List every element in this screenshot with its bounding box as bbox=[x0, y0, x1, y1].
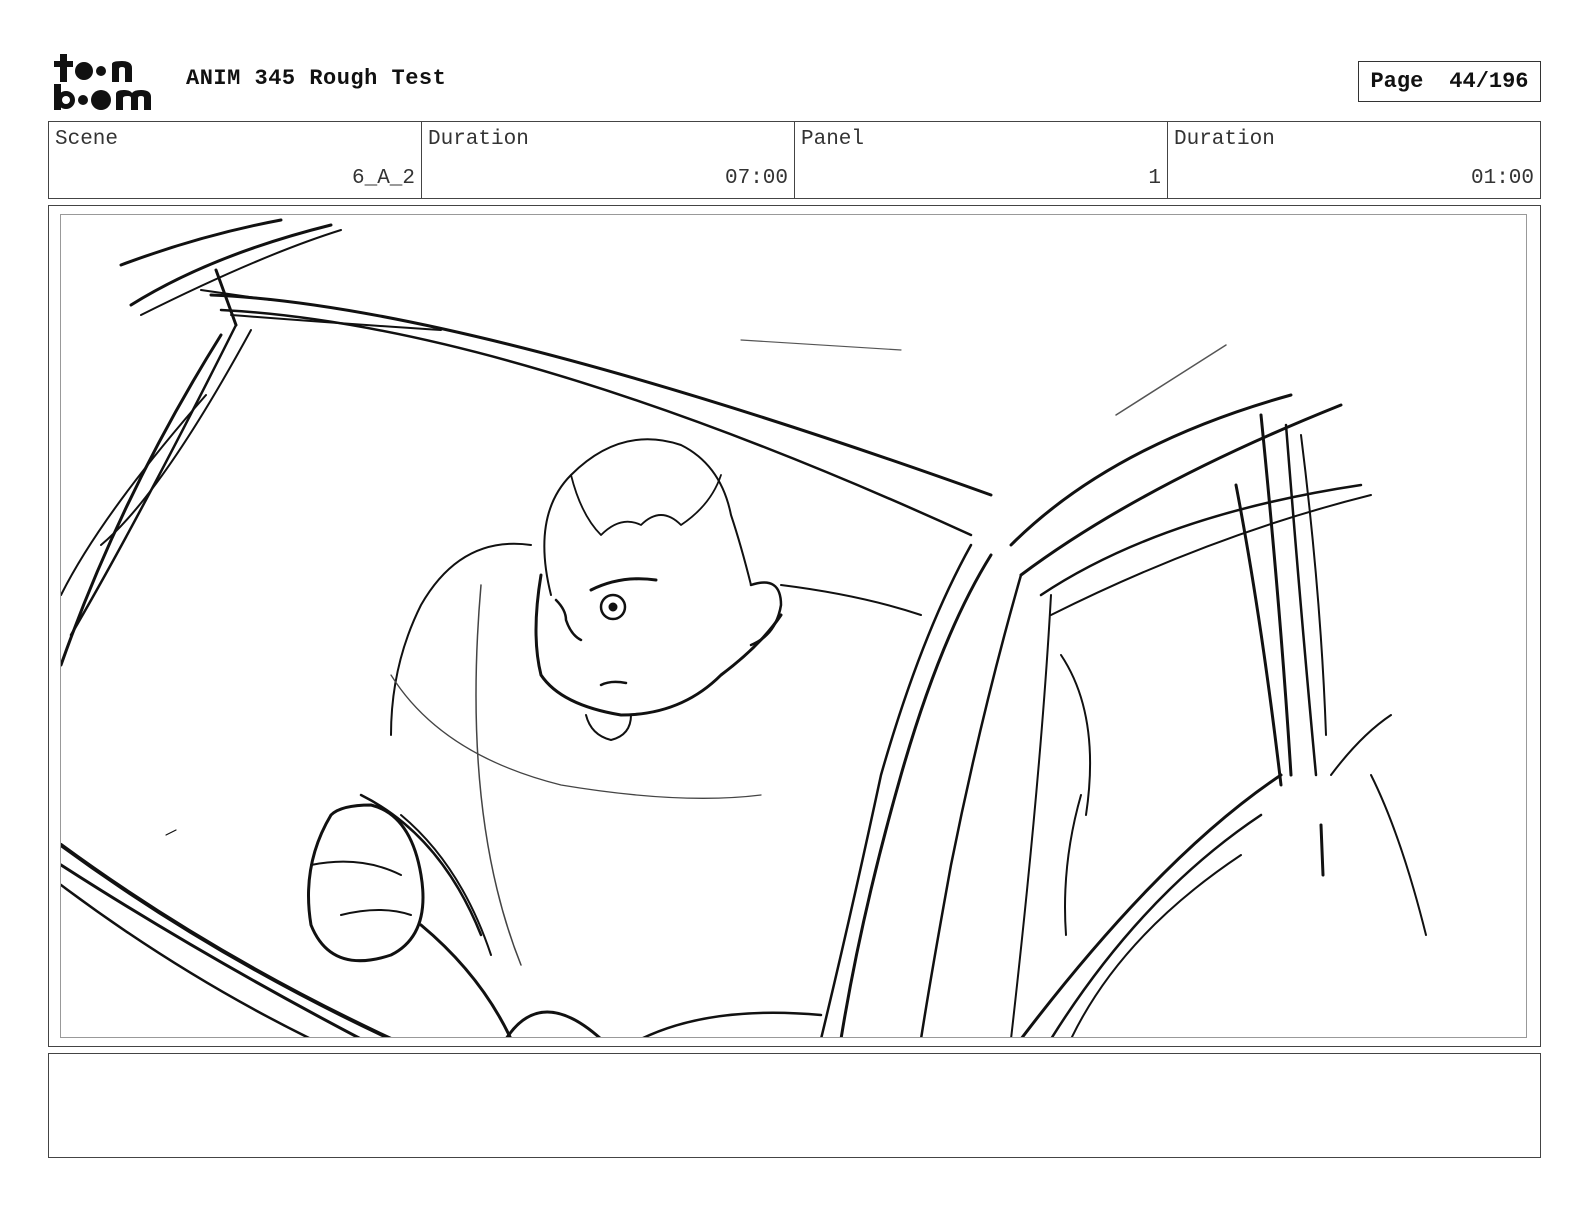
scene-cell: Scene 6_A_2 bbox=[49, 122, 422, 198]
panel-duration-value: 01:00 bbox=[1470, 167, 1534, 190]
panel-duration-cell: Duration 01:00 bbox=[1168, 122, 1540, 198]
scene-duration-value: 07:00 bbox=[724, 167, 788, 190]
page-indicator: Page 44/196 bbox=[1358, 61, 1541, 102]
page-number: 44/196 bbox=[1449, 69, 1529, 94]
scene-duration-cell: Duration 07:00 bbox=[422, 122, 795, 198]
page-label: Page bbox=[1370, 69, 1424, 94]
toonboom-logo bbox=[52, 52, 164, 112]
panel-info-table: Scene 6_A_2 Duration 07:00 Panel 1 Durat… bbox=[48, 121, 1541, 199]
scene-value: 6_A_2 bbox=[351, 167, 415, 190]
storyboard-panel-frame bbox=[48, 205, 1541, 1047]
panel-cell: Panel 1 bbox=[795, 122, 1168, 198]
scene-duration-label: Duration bbox=[428, 128, 529, 151]
scene-label: Scene bbox=[55, 128, 119, 151]
document-title: ANIM 345 Rough Test bbox=[186, 66, 447, 91]
rough-sketch-drawing bbox=[61, 218, 1427, 1037]
panel-duration-label: Duration bbox=[1174, 128, 1275, 151]
panel-label: Panel bbox=[801, 128, 865, 151]
panel-notes-box[interactable] bbox=[48, 1053, 1541, 1158]
panel-value: 1 bbox=[1148, 167, 1161, 190]
storyboard-image bbox=[60, 214, 1527, 1038]
